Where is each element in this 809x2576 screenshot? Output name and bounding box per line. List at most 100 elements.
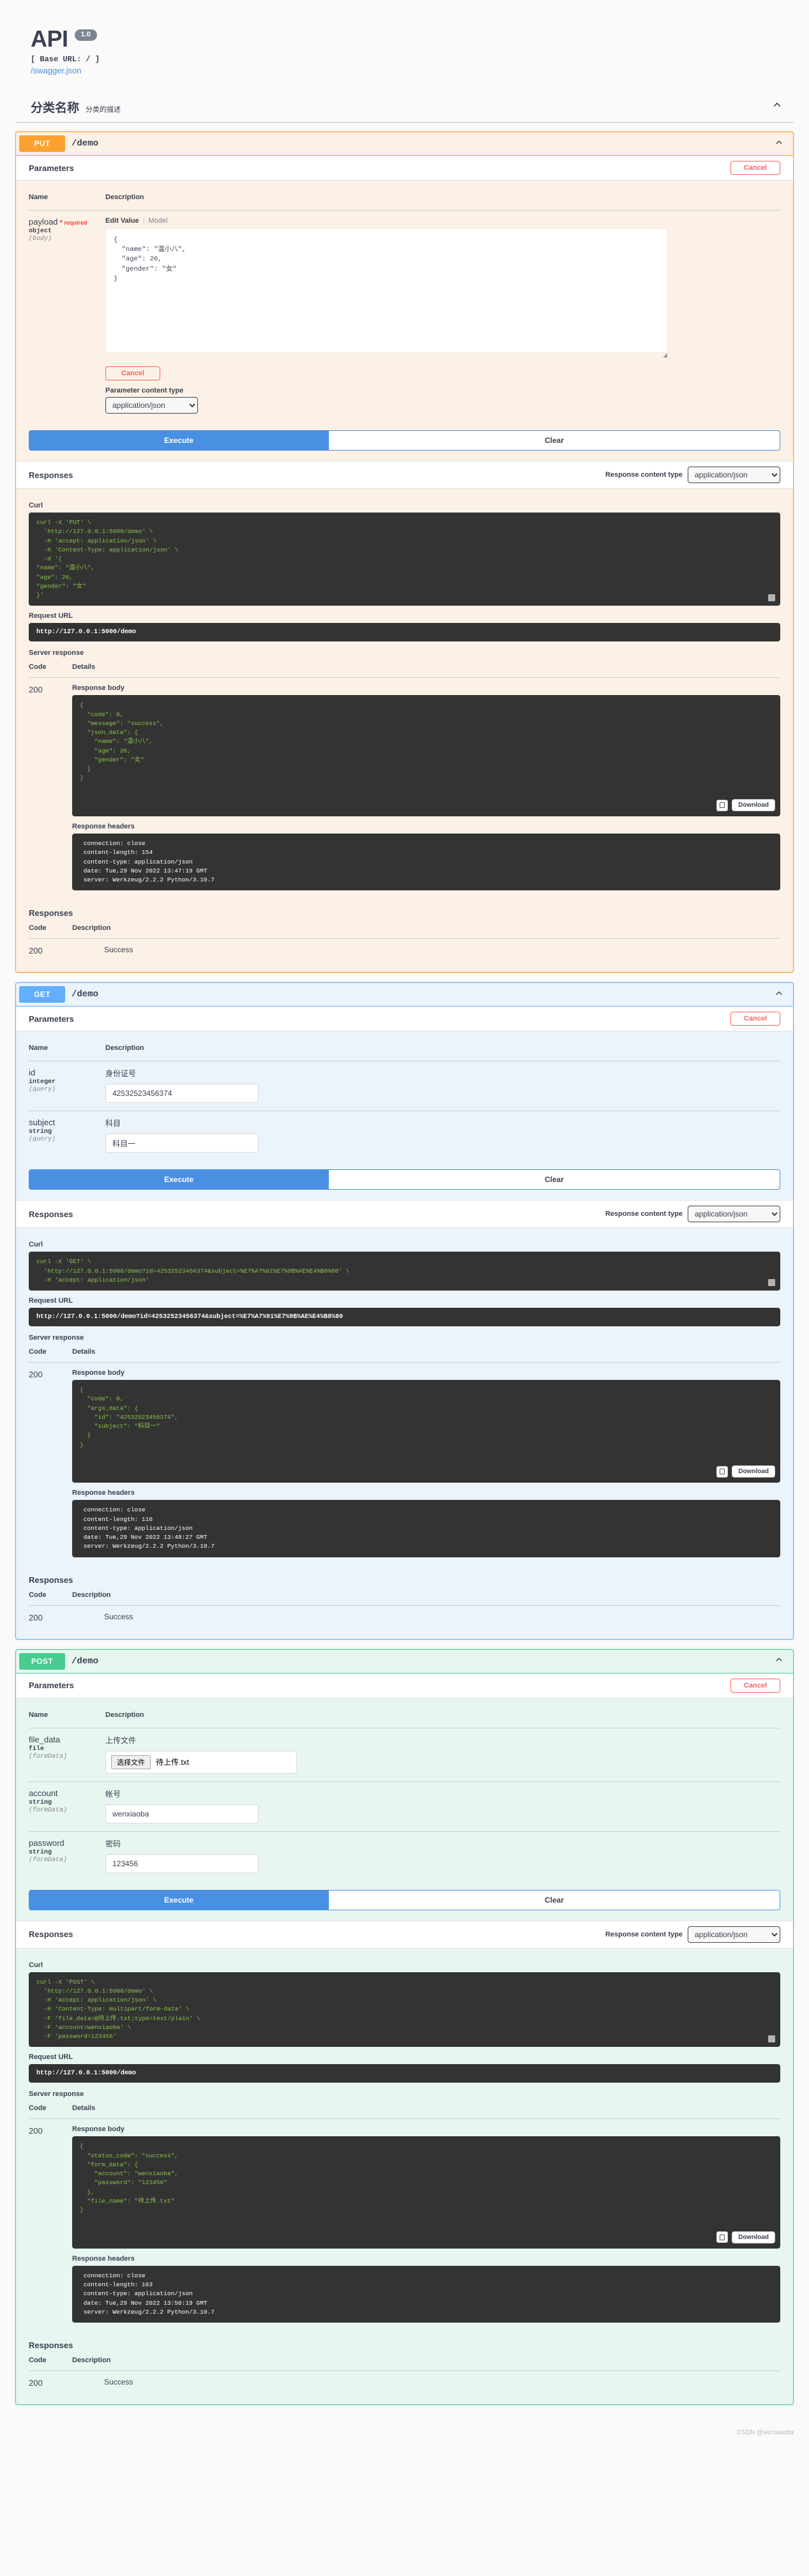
swagger-ui-page: API 1.0 [ Base URL: / ] /swagger.json 分类… bbox=[0, 0, 809, 2440]
base-url: [ Base URL: / ] bbox=[31, 55, 100, 64]
request-body-editor[interactable]: { "name": "温小八", "age": 26, "gender": "女… bbox=[105, 228, 667, 353]
cancel-button[interactable]: Cancel bbox=[730, 161, 780, 175]
chevron-up-icon[interactable] bbox=[775, 989, 783, 1000]
documented-responses-post: Responses Code Description 200 Success bbox=[16, 2330, 793, 2404]
response-body-label: Response body bbox=[72, 1369, 125, 1377]
response-headers-block: connection: close content-length: 163 co… bbox=[72, 2265, 780, 2323]
operation-summary-post[interactable]: POST /demo bbox=[16, 1650, 793, 1674]
parameter-content-type-select[interactable]: application/json bbox=[105, 397, 198, 414]
param-type: string bbox=[29, 1128, 52, 1136]
operation-summary-get[interactable]: GET /demo bbox=[16, 983, 793, 1007]
parameters-title: Parameters bbox=[29, 1014, 74, 1024]
param-name-cell: payload * required object (body) bbox=[29, 210, 105, 421]
choose-file-button[interactable]: 选择文件 bbox=[111, 1755, 151, 1769]
clear-button[interactable]: Clear bbox=[329, 1169, 780, 1190]
swagger-json-anchor[interactable]: /swagger.json bbox=[31, 66, 82, 75]
col-header-code: Code bbox=[29, 2356, 47, 2364]
tag-header[interactable]: 分类名称 分类的描述 bbox=[15, 96, 794, 123]
execute-row-get: Execute Clear bbox=[29, 1169, 780, 1190]
file-input[interactable]: 选择文件 待上传.txt bbox=[105, 1750, 297, 1774]
parameter-content-type-label: Parameter content type bbox=[105, 387, 184, 394]
execute-button[interactable]: Execute bbox=[29, 430, 329, 451]
password-input[interactable] bbox=[105, 1853, 259, 1873]
response-body-text: { "code": 0, "args_data": { "id": "42532… bbox=[80, 1386, 178, 1448]
server-response-table-put: Code Details 200 Response body { "code":… bbox=[29, 662, 780, 895]
id-input[interactable] bbox=[105, 1084, 259, 1104]
cancel-button[interactable]: Cancel bbox=[730, 1012, 780, 1026]
account-input[interactable] bbox=[105, 1804, 259, 1823]
col-header-details: Details bbox=[72, 2104, 96, 2113]
response-content-type-label: Response content type bbox=[605, 1930, 683, 1938]
param-value-cell: 身份证号 bbox=[105, 1061, 780, 1111]
copy-icon[interactable] bbox=[716, 2231, 729, 2243]
response-content-type-select[interactable]: application/json bbox=[688, 1926, 780, 1943]
param-description: 身份证号 bbox=[105, 1069, 137, 1079]
live-response-put: Curl curl -X 'PUT' \ 'http://127.0.0.1:5… bbox=[16, 489, 793, 898]
subject-input[interactable] bbox=[105, 1134, 259, 1153]
response-description: Success bbox=[104, 1612, 133, 1621]
watermark: CSDN @wenxiaoba bbox=[736, 2429, 794, 2436]
response-content-type-select[interactable]: application/json bbox=[688, 1206, 780, 1223]
param-location: (formData) bbox=[29, 1753, 68, 1760]
response-headers-label: Response headers bbox=[72, 823, 135, 830]
cancel-body-button[interactable]: Cancel bbox=[105, 366, 161, 380]
operation-body-get: Parameters Cancel Name Description id in… bbox=[16, 1007, 793, 1638]
table-row: password string (formData) 密码 bbox=[29, 1831, 780, 1881]
download-button[interactable]: Download bbox=[732, 2231, 775, 2243]
copy-icon[interactable] bbox=[768, 2035, 775, 2043]
copy-icon[interactable] bbox=[716, 799, 729, 811]
tag-section: 分类名称 分类的描述 bbox=[15, 96, 794, 123]
cancel-button[interactable]: Cancel bbox=[730, 1678, 780, 1693]
editor-resize-handle[interactable]: ◢ bbox=[105, 352, 667, 359]
clear-button[interactable]: Clear bbox=[329, 1889, 780, 1910]
doc-response-code: 200 bbox=[29, 1605, 72, 1628]
required-marker: * required bbox=[59, 219, 87, 227]
parameters-table-head: Name Description bbox=[29, 1040, 780, 1061]
response-details-cell: Response body { "code": 0, "args_data": … bbox=[72, 1362, 780, 1561]
table-row: 200 Response body { "code": 0, "message"… bbox=[29, 677, 780, 895]
clear-button[interactable]: Clear bbox=[329, 430, 780, 451]
copy-icon[interactable] bbox=[716, 1465, 729, 1478]
tab-model[interactable]: Model bbox=[148, 217, 167, 225]
col-header-description: Description bbox=[105, 1044, 144, 1052]
tab-edit-value[interactable]: Edit Value bbox=[105, 217, 139, 225]
response-content-type-label: Response content type bbox=[605, 1210, 683, 1218]
responses-head: Code Description bbox=[29, 923, 780, 939]
swagger-json-link[interactable]: /swagger.json bbox=[31, 66, 809, 75]
copy-icon[interactable] bbox=[768, 1279, 775, 1286]
param-value-cell: 上传文件 选择文件 待上传.txt bbox=[105, 1727, 780, 1781]
doc-response-desc: Success bbox=[72, 938, 780, 961]
chevron-up-icon[interactable] bbox=[775, 1656, 783, 1666]
operation-get-demo: GET /demo Parameters Cancel Name Descrip… bbox=[15, 982, 794, 1640]
parameters-title: Parameters bbox=[29, 163, 74, 173]
execute-button[interactable]: Execute bbox=[29, 1889, 329, 1910]
parameters-table-wrap-post: Name Description file_data file (formDat… bbox=[16, 1698, 793, 1886]
operation-summary-put[interactable]: PUT /demo bbox=[16, 132, 793, 156]
server-response-label: Server response bbox=[29, 649, 84, 657]
col-header-description: Description bbox=[105, 193, 144, 201]
param-type: object bbox=[29, 228, 52, 235]
responses-subtitle: Responses bbox=[29, 2340, 73, 2350]
param-name-cell: file_data file (formData) bbox=[29, 1727, 105, 1781]
live-response-post: Curl curl -X 'POST' \ 'http://127.0.0.1:… bbox=[16, 1949, 793, 2331]
download-button[interactable]: Download bbox=[732, 1465, 775, 1478]
edit-value-model-tabs[interactable]: Edit Value | Model bbox=[105, 217, 780, 225]
tag-description: 分类的描述 bbox=[86, 105, 121, 114]
execute-button[interactable]: Execute bbox=[29, 1169, 329, 1190]
download-button[interactable]: Download bbox=[732, 799, 775, 811]
curl-label: Curl bbox=[29, 502, 43, 509]
response-body-block: { "status_code": "success", "form_data":… bbox=[72, 2136, 780, 2249]
parameters-table-post: Name Description file_data file (formDat… bbox=[29, 1707, 780, 1881]
copy-icon[interactable] bbox=[768, 594, 775, 602]
chevron-up-icon[interactable] bbox=[772, 100, 782, 114]
parameters-table-put: Name Description payload * required objec… bbox=[29, 190, 780, 421]
responses-title: Responses bbox=[29, 470, 73, 480]
server-response-label: Server response bbox=[29, 2090, 84, 2099]
param-type: integer bbox=[29, 1079, 56, 1086]
response-body-label: Response body bbox=[72, 684, 125, 693]
param-type: string bbox=[29, 1799, 52, 1806]
response-content-type-select[interactable]: application/json bbox=[688, 467, 780, 483]
param-value-cell: 密码 bbox=[105, 1831, 780, 1881]
selected-file-name: 待上传.txt bbox=[156, 1758, 190, 1767]
chevron-up-icon[interactable] bbox=[775, 139, 783, 149]
